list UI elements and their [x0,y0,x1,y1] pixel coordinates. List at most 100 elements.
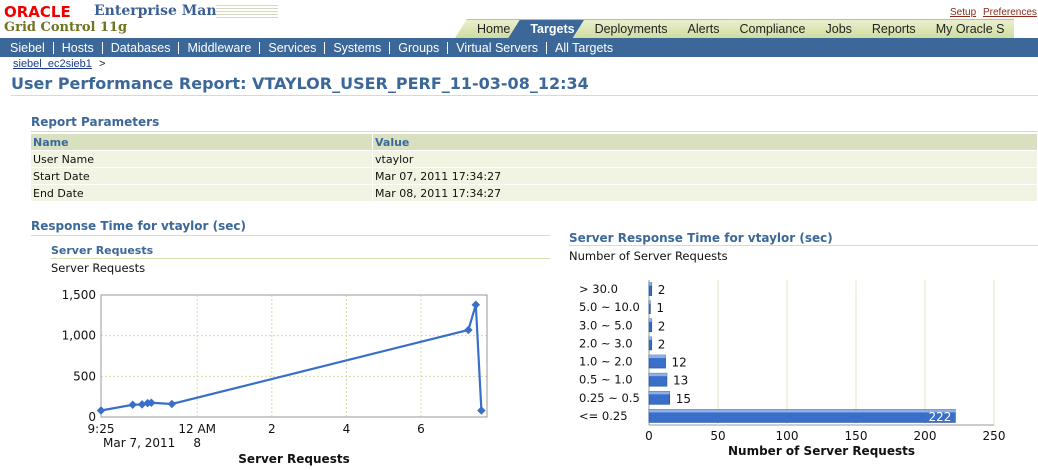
bar-value-label: 12 [672,356,687,370]
data-point [477,406,486,415]
bar-highlight [649,355,666,359]
bar-highlight [649,318,652,322]
data-point [464,325,473,335]
bar-value-label: 1 [656,301,664,315]
edition-name: Grid Control 11g [4,20,128,35]
x-tick-sublabel: 8 [193,436,201,450]
breadcrumb-separator: > [98,58,106,70]
tab-targets[interactable]: Targets [508,19,585,38]
server-requests-divider [51,258,550,259]
bar-value-label: 222 [928,410,951,424]
param-value: vtaylor [372,150,1038,168]
data-point [471,300,481,310]
bar-value-label: 2 [658,319,666,333]
table-row: End Date Mar 08, 2011 17:34:27 [31,184,1038,201]
x-tick-label: 2 [268,422,276,436]
category-label: > 30.0 [579,282,618,296]
line-chart-caption: Server Requests [51,261,146,275]
subnav-all-targets[interactable]: All Targets [546,41,621,54]
x-tick-label: 0 [645,429,653,443]
data-point [128,400,137,410]
bar-highlight [649,282,652,286]
y-tick-label: 500 [73,369,96,383]
table-row: Start Date Mar 07, 2011 17:34:27 [31,167,1038,185]
subnav-systems[interactable]: Systems [324,41,389,54]
data-point [96,406,106,415]
category-label: 1.0 ~ 2.0 [579,355,633,369]
bar-chart-grid [648,280,995,426]
breadcrumb-link[interactable]: siebel_ec2sieb1 [13,58,92,70]
response-time-divider [31,235,550,236]
tab-compliance[interactable]: Compliance [717,19,816,38]
bar-value-label: 15 [676,392,691,406]
subnav-siebel[interactable]: Siebel [0,41,53,54]
bar-value-label: 2 [658,337,666,351]
bar-highlight [649,391,670,395]
page-title: User Performance Report: VTAYLOR_USER_PE… [11,74,589,93]
x-tick-sublabel: Mar 7, 2011 [103,436,175,450]
tab-reports[interactable]: Reports [849,19,926,38]
category-label: 0.25 ~ 0.5 [579,391,640,405]
param-name: User Name [31,150,373,168]
x-tick-label: 50 [710,429,725,443]
column-header-name: Name [31,134,373,151]
x-tick-label: 9:25 [88,422,115,436]
category-label: 3.0 ~ 5.0 [579,318,633,332]
report-parameters-table: Name Value User Name vtaylor Start Date … [31,134,1038,201]
tab-deployments[interactable]: Deployments [572,19,678,38]
x-tick-label: 6 [417,422,425,436]
x-tick-label: 250 [983,429,1006,443]
category-label: 0.5 ~ 1.0 [579,373,633,387]
y-tick-label: 1,500 [62,288,96,302]
subnav-databases[interactable]: Databases [101,41,179,54]
bar-highlight [649,336,652,340]
x-axis-title: Server Requests [238,452,349,466]
parameters-divider [31,131,1038,132]
line-chart-axes [100,294,488,418]
table-row: User Name vtaylor [31,150,1038,168]
series-line [100,304,483,412]
x-tick-label: 200 [914,429,937,443]
server-requests-subheading: Server Requests [51,244,154,257]
oracle-logo: ORACLE [4,3,71,21]
x-tick-label: 4 [343,422,351,436]
data-point [167,399,177,409]
y-tick-label: 1,000 [62,329,96,343]
param-value: Mar 08, 2011 17:34:27 [372,184,1038,201]
breadcrumb: siebel_ec2sieb1 > [13,58,105,70]
bar-value-label: 13 [673,374,688,388]
report-parameters-heading: Report Parameters [31,115,160,129]
subnav-middleware[interactable]: Middleware [178,41,259,54]
column-header-value: Value [372,134,1038,151]
sub-navigation: Siebel Hosts Databases Middleware Servic… [0,38,1038,57]
line-chart-labels: 05001,0001,5009:25 12 AM 2 4 6Mar 7, 2011 8Se… [62,288,425,466]
server-response-divider [569,245,1038,246]
logo-stripes [216,5,278,18]
response-time-heading: Response Time for vtaylor (sec) [31,219,246,233]
subnav-groups[interactable]: Groups [389,41,447,54]
line-chart-grid [100,294,487,417]
bar-highlight [649,300,651,304]
category-label: 2.0 ~ 3.0 [579,336,633,350]
setup-link[interactable]: Setup [950,7,976,18]
table-header-row: Name Value [31,134,1038,151]
x-tick-label: 100 [776,429,799,443]
category-label: <= 0.25 [579,409,628,423]
param-value: Mar 07, 2011 17:34:27 [372,167,1038,185]
x-tick-label: 150 [845,429,868,443]
plot-frame [100,294,488,418]
x-axis-title: Number of Server Requests [728,444,915,458]
bar-highlight [649,373,667,377]
x-tick-label: 12 AM [178,422,216,436]
line-chart: 05001,0001,5009:25 12 AM 2 4 6Mar 7, 2011 8Se… [62,288,488,466]
subnav-hosts[interactable]: Hosts [52,41,102,54]
bar-chart-labels: 0 50 100 150 200 250 Number of Server Requests… [579,282,1005,458]
preferences-link[interactable]: Preferences [983,7,1037,18]
subnav-virtual-servers[interactable]: Virtual Servers [447,41,546,54]
line-chart-series [96,300,486,415]
category-label: 5.0 ~ 10.0 [579,300,640,314]
main-tabs: Home Targets Deployments Alerts Complian… [455,19,1015,38]
server-response-heading: Server Response Time for vtaylor (sec) [569,231,833,245]
tab-my-oracle-support[interactable]: My Oracle S [913,19,1015,38]
subnav-services[interactable]: Services [259,41,324,54]
